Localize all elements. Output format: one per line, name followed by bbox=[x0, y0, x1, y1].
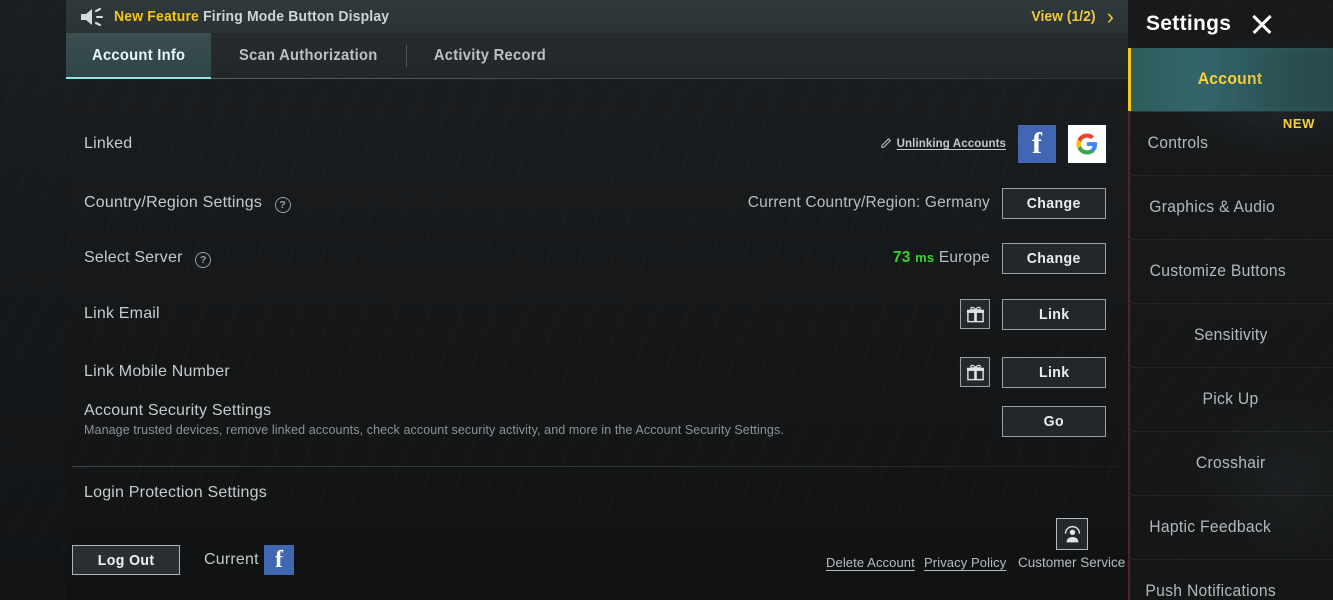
sidebar-header: Settings bbox=[1128, 0, 1333, 48]
link-email-label: Link Email bbox=[84, 305, 160, 322]
sidebar-item-crosshair[interactable]: Crosshair bbox=[1128, 432, 1333, 496]
sidebar-item-controls[interactable]: NEW Controls bbox=[1128, 112, 1333, 176]
linked-label: Linked bbox=[84, 135, 133, 152]
account-security-description: Manage trusted devices, remove linked ac… bbox=[84, 423, 784, 437]
banner-message: Firing Mode Button Display bbox=[203, 8, 390, 25]
delete-account-link[interactable]: Delete Account bbox=[826, 555, 915, 570]
ping-number: 73 bbox=[892, 249, 911, 266]
select-server-text: Select Server bbox=[84, 249, 183, 266]
login-protection-label: Login Protection Settings bbox=[84, 484, 267, 501]
change-server-label: Change bbox=[1027, 249, 1081, 267]
gift-icon[interactable] bbox=[960, 299, 990, 329]
country-region-label: Country/Region Settings ? bbox=[84, 194, 291, 213]
support-agent-icon[interactable] bbox=[1056, 518, 1088, 550]
section-divider bbox=[72, 466, 1122, 467]
sidebar-item-label: Controls bbox=[1147, 134, 1209, 152]
settings-sidebar: Settings Account NEW Controls Graphics &… bbox=[1128, 0, 1333, 600]
row-link-email: Link Email Link bbox=[66, 291, 1128, 337]
banner-text: New Feature Firing Mode Button Display bbox=[114, 8, 389, 25]
view-label: View (1/2) bbox=[1031, 8, 1096, 25]
change-server-button[interactable]: Change bbox=[1002, 242, 1106, 274]
tab-label: Scan Authorization bbox=[239, 47, 378, 64]
account-security-controls: Go bbox=[1002, 398, 1106, 437]
country-region-value: Current Country/Region: Germany bbox=[747, 194, 990, 211]
facebook-icon[interactable]: f bbox=[1018, 125, 1056, 163]
tab-account-info[interactable]: Account Info bbox=[66, 33, 212, 79]
tab-activity-record[interactable]: Activity Record bbox=[407, 33, 573, 79]
banner-view-link[interactable]: View (1/2) › bbox=[1029, 3, 1114, 29]
sidebar-item-pick-up[interactable]: Pick Up bbox=[1128, 368, 1333, 432]
facebook-icon[interactable]: f bbox=[264, 545, 294, 575]
privacy-policy-link[interactable]: Privacy Policy bbox=[924, 555, 1006, 570]
server-region: Europe bbox=[938, 249, 990, 266]
row-link-mobile: Link Mobile Number Link bbox=[66, 349, 1128, 395]
sidebar-item-label: Pick Up bbox=[1202, 390, 1259, 408]
server-ping-value: 73 ms Europe bbox=[893, 249, 990, 267]
sidebar-item-customize-buttons[interactable]: Customize Buttons bbox=[1128, 240, 1333, 304]
account-security-go-button[interactable]: Go bbox=[1002, 406, 1106, 437]
row-country-region: Country/Region Settings ? Current Countr… bbox=[66, 180, 1128, 226]
gift-icon[interactable] bbox=[960, 357, 990, 387]
sidebar-item-label: Customize Buttons bbox=[1149, 262, 1286, 280]
country-region-text: Country/Region Settings bbox=[84, 194, 263, 211]
help-icon[interactable]: ? bbox=[195, 252, 212, 268]
link-email-controls: Link bbox=[960, 298, 1106, 330]
sidebar-item-account[interactable]: Account bbox=[1128, 48, 1333, 112]
announcement-banner: New Feature Firing Mode Button Display V… bbox=[66, 0, 1128, 33]
customer-service-label[interactable]: Customer Service bbox=[1018, 555, 1125, 570]
ping-unit: ms bbox=[915, 250, 935, 265]
go-button-label: Go bbox=[1043, 413, 1065, 430]
unlinking-accounts-link[interactable]: Unlinking Accounts bbox=[881, 137, 1006, 151]
account-security-label: Account Security Settings bbox=[84, 402, 272, 419]
sidebar-item-label: Crosshair bbox=[1195, 454, 1266, 472]
link-mobile-button[interactable]: Link bbox=[1002, 356, 1106, 388]
bottom-bar: Log Out Current f Delete Account Privacy… bbox=[66, 513, 1128, 600]
unlink-label: Unlinking Accounts bbox=[896, 138, 1006, 150]
log-out-button[interactable]: Log Out bbox=[72, 545, 180, 575]
speaker-icon bbox=[78, 6, 108, 28]
google-icon[interactable] bbox=[1068, 125, 1106, 163]
link-email-button-label: Link bbox=[1038, 305, 1070, 323]
new-badge: NEW bbox=[1282, 116, 1315, 131]
settings-screen: New Feature Firing Mode Button Display V… bbox=[0, 0, 1333, 600]
sidebar-item-label: Account bbox=[1198, 70, 1263, 88]
account-info-panel: Linked Unlinking Accounts f Country/Regi… bbox=[66, 88, 1128, 513]
settings-title: Settings bbox=[1146, 12, 1232, 35]
sidebar-item-label: Graphics & Audio bbox=[1149, 198, 1275, 216]
row-account-security: Account Security Settings Manage trusted… bbox=[66, 398, 1128, 450]
tab-scan-authorization[interactable]: Scan Authorization bbox=[211, 33, 406, 79]
sidebar-item-graphics-audio[interactable]: Graphics & Audio bbox=[1128, 176, 1333, 240]
new-feature-tag: New Feature bbox=[114, 8, 200, 25]
row-login-protection[interactable]: Login Protection Settings bbox=[66, 473, 1128, 513]
country-region-controls: Current Country/Region: Germany Change bbox=[747, 187, 1106, 219]
close-icon[interactable] bbox=[1249, 11, 1275, 37]
change-country-button[interactable]: Change bbox=[1002, 187, 1106, 219]
sidebar-item-push-notifications[interactable]: Push Notifications bbox=[1128, 560, 1333, 600]
linked-controls: Unlinking Accounts f bbox=[881, 125, 1106, 163]
row-select-server: Select Server ? 73 ms Europe Change bbox=[66, 235, 1128, 281]
tab-label: Activity Record bbox=[433, 47, 546, 64]
tab-label: Account Info bbox=[92, 47, 186, 64]
chevron-right-icon: › bbox=[1106, 3, 1114, 29]
log-out-label: Log Out bbox=[97, 551, 155, 569]
link-email-button[interactable]: Link bbox=[1002, 298, 1106, 330]
current-account-label: Current bbox=[204, 551, 259, 568]
change-country-label: Change bbox=[1027, 194, 1081, 212]
link-mobile-controls: Link bbox=[960, 356, 1106, 388]
sidebar-item-label: Haptic Feedback bbox=[1149, 518, 1272, 536]
link-mobile-button-label: Link bbox=[1038, 363, 1070, 381]
row-linked: Linked Unlinking Accounts f bbox=[66, 121, 1128, 167]
link-mobile-label: Link Mobile Number bbox=[84, 363, 230, 380]
sidebar-item-label: Sensitivity bbox=[1193, 326, 1268, 344]
help-icon[interactable]: ? bbox=[274, 197, 291, 213]
sidebar-item-haptic-feedback[interactable]: Haptic Feedback bbox=[1128, 496, 1333, 560]
pencil-icon bbox=[881, 137, 892, 151]
tab-bar: Account Info Scan Authorization Activity… bbox=[66, 33, 1128, 79]
account-security-text-block: Account Security Settings Manage trusted… bbox=[84, 398, 784, 437]
sidebar-item-sensitivity[interactable]: Sensitivity bbox=[1128, 304, 1333, 368]
select-server-label: Select Server ? bbox=[84, 249, 212, 268]
select-server-controls: 73 ms Europe Change bbox=[893, 242, 1106, 274]
sidebar-item-label: Push Notifications bbox=[1145, 582, 1277, 600]
